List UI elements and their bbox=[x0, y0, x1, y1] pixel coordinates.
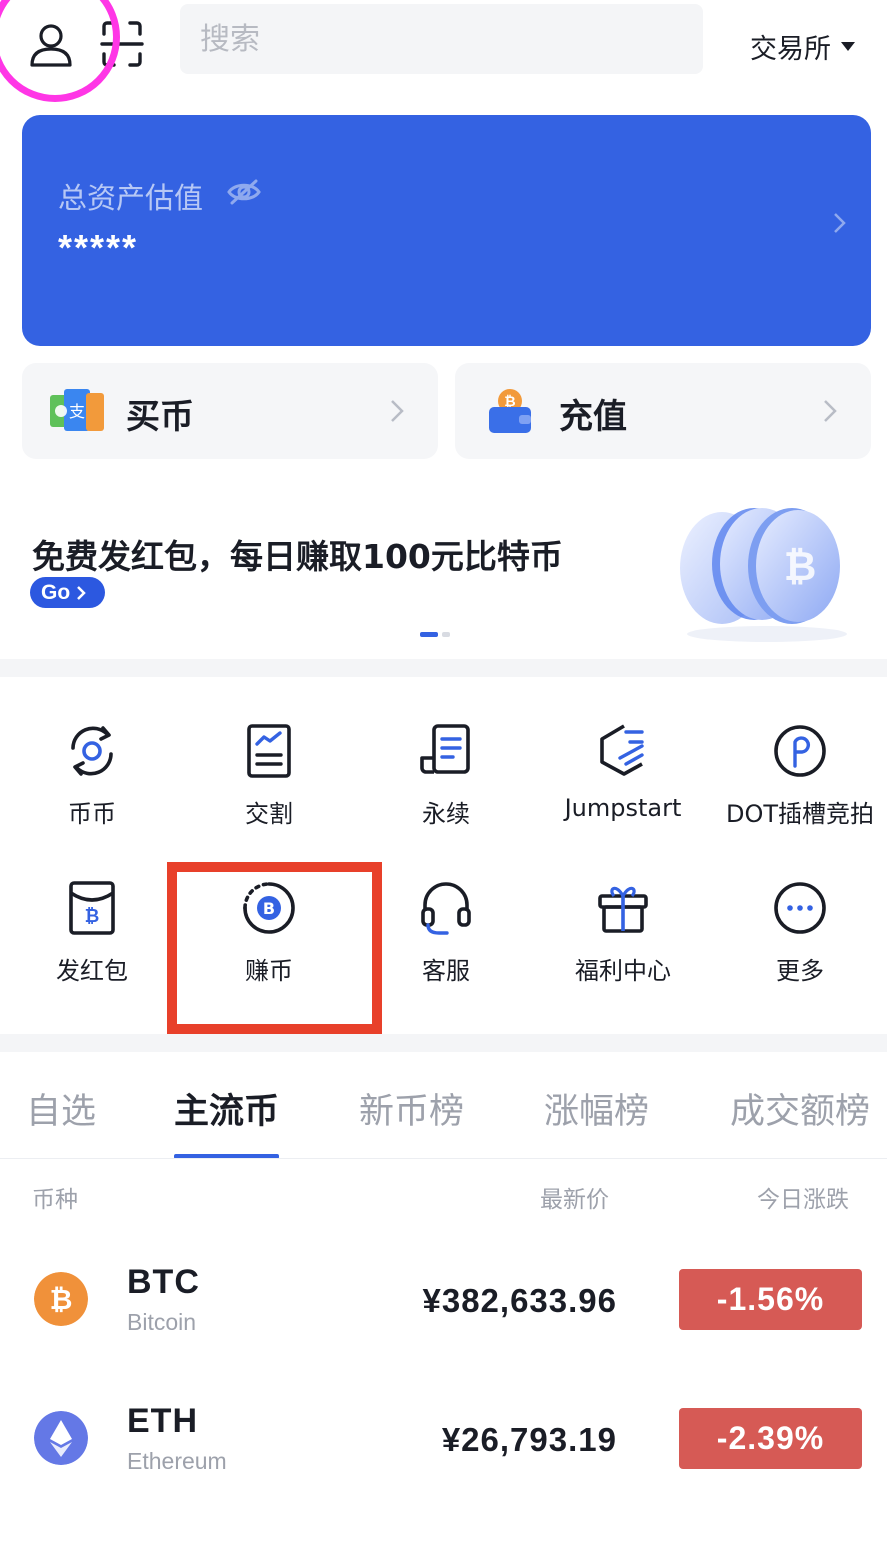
buy-crypto-card[interactable]: 支 买币 bbox=[22, 363, 438, 459]
change-badge[interactable]: -1.56% bbox=[679, 1269, 862, 1330]
carousel-indicator bbox=[420, 632, 450, 637]
chevron-right-icon bbox=[391, 400, 404, 422]
coin-symbol: BTC bbox=[127, 1263, 200, 1301]
grid-item-spot[interactable]: 币币 bbox=[4, 722, 180, 829]
tab-volume[interactable]: 成交额榜 bbox=[730, 1083, 870, 1134]
coin-name: Bitcoin bbox=[127, 1309, 197, 1335]
polkadot-icon bbox=[774, 725, 826, 777]
eye-off-icon[interactable] bbox=[226, 177, 262, 207]
column-header-coin: 币种 bbox=[32, 1187, 78, 1213]
bitcoin-logo-icon: ₿ bbox=[34, 1272, 88, 1326]
red-envelope-icon: ₿ bbox=[69, 881, 115, 935]
grid-item-label: 更多 bbox=[776, 957, 824, 985]
svg-text:₿: ₿ bbox=[784, 544, 817, 590]
annotation-circle bbox=[0, 0, 120, 102]
tab-divider bbox=[0, 1158, 887, 1159]
market-row-btc[interactable]: ₿ BTC Bitcoin ¥382,633.96 -1.56% bbox=[0, 1240, 887, 1360]
grid-item-more[interactable]: 更多 bbox=[712, 879, 887, 986]
buy-crypto-label: 买币 bbox=[126, 397, 194, 437]
headset-icon bbox=[421, 882, 471, 935]
grid-item-red-envelope[interactable]: ₿ 发红包 bbox=[4, 879, 180, 986]
coin-symbol: ETH bbox=[127, 1402, 198, 1440]
svg-text:支: 支 bbox=[69, 402, 85, 421]
chevron-right-icon bbox=[77, 585, 86, 600]
delivery-contract-icon bbox=[247, 724, 291, 778]
ethereum-logo-icon bbox=[34, 1411, 88, 1465]
asset-value-hidden: ***** bbox=[58, 227, 139, 268]
payment-apps-icon: 支 bbox=[50, 389, 104, 431]
carousel-dot-active bbox=[420, 632, 438, 637]
wallet-icon: ₿ bbox=[489, 389, 531, 433]
total-asset-card[interactable]: 总资产估值 ***** bbox=[22, 115, 871, 346]
svg-text:₿: ₿ bbox=[50, 1283, 73, 1316]
change-badge[interactable]: -2.39% bbox=[679, 1408, 862, 1469]
grid-item-label: 客服 bbox=[422, 957, 470, 985]
bitcoin-coins-illustration: ₿ bbox=[680, 508, 847, 642]
column-header-price[interactable]: 最新价 bbox=[540, 1180, 609, 1214]
spot-exchange-icon bbox=[71, 726, 113, 776]
tab-gainers[interactable]: 涨幅榜 bbox=[544, 1083, 649, 1134]
grid-item-delivery[interactable]: 交割 bbox=[181, 722, 357, 829]
chevron-right-icon bbox=[824, 400, 837, 422]
market-row-eth[interactable]: ETH Ethereum ¥26,793.19 -2.39% bbox=[0, 1379, 887, 1499]
svg-text:₿: ₿ bbox=[85, 906, 100, 927]
search-box[interactable] bbox=[180, 4, 703, 74]
promo-go-button[interactable]: Go bbox=[30, 577, 105, 608]
chevron-right-icon bbox=[834, 213, 846, 233]
search-input[interactable] bbox=[180, 4, 703, 74]
grid-item-label: 发红包 bbox=[56, 957, 128, 985]
tab-new-coins[interactable]: 新币榜 bbox=[359, 1083, 464, 1134]
top-bar: 交易所 bbox=[0, 0, 887, 102]
grid-item-support[interactable]: 客服 bbox=[358, 879, 534, 986]
more-icon bbox=[774, 882, 826, 934]
grid-item-label: 福利中心 bbox=[575, 957, 671, 985]
caret-down-icon bbox=[841, 41, 855, 51]
grid-item-label: 永续 bbox=[422, 800, 470, 828]
coin-price: ¥26,793.19 bbox=[441, 1421, 617, 1458]
asset-label: 总资产估值 bbox=[58, 181, 204, 215]
column-header-change[interactable]: 今日涨跌 bbox=[757, 1180, 849, 1214]
coin-price: ¥382,633.96 bbox=[422, 1282, 617, 1319]
jumpstart-icon bbox=[600, 724, 644, 776]
grid-item-jumpstart[interactable]: Jumpstart bbox=[535, 722, 711, 822]
grid-item-label: DOT插槽竞拍 bbox=[725, 800, 875, 828]
perpetual-icon bbox=[420, 724, 470, 774]
grid-item-label: 交割 bbox=[245, 800, 293, 828]
tab-mainstream[interactable]: 主流币 bbox=[174, 1083, 279, 1134]
deposit-label: 充值 bbox=[559, 397, 627, 437]
coin-name: Ethereum bbox=[127, 1448, 227, 1474]
carousel-dot bbox=[442, 632, 450, 637]
go-label: Go bbox=[41, 580, 71, 604]
grid-item-perpetual[interactable]: 永续 bbox=[358, 722, 534, 829]
grid-item-dot-auction[interactable]: DOT插槽竞拍 bbox=[712, 722, 887, 829]
exchange-label: 交易所 bbox=[750, 33, 831, 65]
section-divider bbox=[0, 1034, 887, 1052]
exchange-dropdown[interactable]: 交易所 bbox=[750, 24, 855, 68]
grid-item-label: 币币 bbox=[68, 800, 116, 828]
gift-icon bbox=[598, 886, 648, 933]
tab-watchlist[interactable]: 自选 bbox=[26, 1083, 96, 1134]
grid-item-label: Jumpstart bbox=[564, 794, 682, 822]
section-divider bbox=[0, 659, 887, 677]
grid-item-rewards[interactable]: 福利中心 bbox=[535, 879, 711, 986]
deposit-card[interactable]: ₿ 充值 bbox=[455, 363, 871, 459]
promo-title: 免费发红包，每日赚取100元比特币 bbox=[32, 537, 563, 576]
annotation-highlight-box bbox=[167, 862, 382, 1034]
